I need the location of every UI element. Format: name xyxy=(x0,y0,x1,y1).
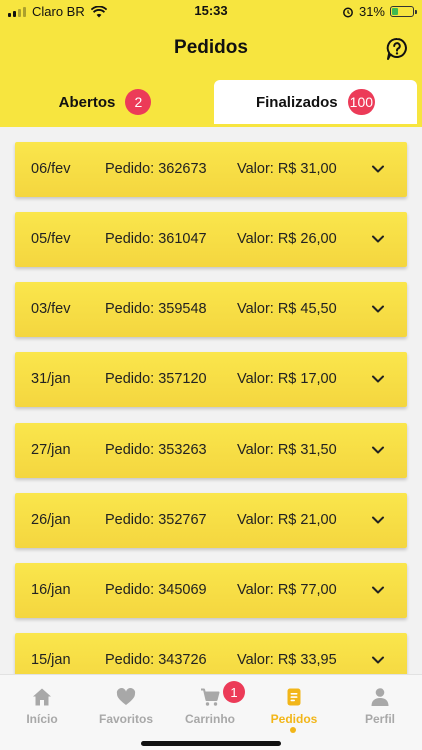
tab-finalizados[interactable]: Finalizados 100 xyxy=(214,80,417,124)
heart-icon xyxy=(116,687,136,705)
nav-label: Início xyxy=(26,712,58,726)
order-row[interactable]: 27/jan Pedido: 353263 Valor: R$ 31,50 xyxy=(15,423,407,478)
count-badge: 2 xyxy=(125,89,152,115)
help-icon[interactable] xyxy=(386,37,408,61)
order-date: 27/jan xyxy=(31,442,71,458)
nav-label: Pedidos xyxy=(270,712,318,726)
chevron-down-icon[interactable] xyxy=(371,372,385,386)
nav-pedidos[interactable]: Pedidos xyxy=(252,675,336,735)
status-bar: Claro BR 15:33 31% xyxy=(0,0,422,22)
nav-perfil[interactable]: Perfil xyxy=(338,675,422,735)
order-date: 06/fev xyxy=(31,161,71,177)
order-row[interactable]: 16/jan Pedido: 345069 Valor: R$ 77,00 xyxy=(15,563,407,618)
tab-finalizados-label: Finalizados xyxy=(255,93,338,111)
order-value: Valor: R$ 17,00 xyxy=(237,371,337,387)
nav-favoritos[interactable]: Favoritos xyxy=(84,675,168,735)
order-row[interactable]: 31/jan Pedido: 357120 Valor: R$ 17,00 xyxy=(15,352,407,407)
order-number: Pedido: 343726 xyxy=(105,652,207,668)
cart-badge: 1 xyxy=(223,681,245,703)
page-title: Pedidos xyxy=(174,37,248,58)
order-number: Pedido: 357120 xyxy=(105,371,207,387)
tab-abertos-label: Abertos xyxy=(58,93,116,111)
order-date: 05/fev xyxy=(31,231,71,247)
nav-inicio[interactable]: Início xyxy=(0,675,84,735)
order-row[interactable]: 26/jan Pedido: 352767 Valor: R$ 21,00 xyxy=(15,493,407,548)
battery-percent: 31% xyxy=(358,4,385,19)
chevron-down-icon[interactable] xyxy=(371,443,385,457)
home-indicator xyxy=(141,741,281,746)
order-date: 03/fev xyxy=(31,301,71,317)
chevron-down-icon[interactable] xyxy=(371,513,385,527)
chevron-down-icon[interactable] xyxy=(371,232,385,246)
order-row[interactable]: 05/fev Pedido: 361047 Valor: R$ 26,00 xyxy=(15,212,407,267)
nav-label: Carrinho xyxy=(184,712,235,726)
bottom-nav: Início Favoritos Carrinho 1 Pedidos Perf… xyxy=(0,674,422,750)
order-date: 31/jan xyxy=(31,371,71,387)
order-row[interactable]: 03/fev Pedido: 359548 Valor: R$ 45,50 xyxy=(15,282,407,337)
order-date: 16/jan xyxy=(31,582,71,598)
chevron-down-icon[interactable] xyxy=(371,583,385,597)
nav-label: Perfil xyxy=(364,712,395,726)
home-icon xyxy=(33,688,51,706)
order-number: Pedido: 361047 xyxy=(105,231,207,247)
person-icon xyxy=(371,688,389,706)
alarm-icon xyxy=(343,7,353,17)
tab-abertos[interactable]: Abertos 2 xyxy=(0,80,210,124)
chevron-down-icon[interactable] xyxy=(371,653,385,667)
order-value: Valor: R$ 77,00 xyxy=(237,582,337,598)
order-value: Valor: R$ 31,00 xyxy=(237,161,337,177)
order-number: Pedido: 353263 xyxy=(105,442,207,458)
order-value: Valor: R$ 26,00 xyxy=(237,231,337,247)
order-value: Valor: R$ 33,95 xyxy=(237,652,337,668)
order-number: Pedido: 359548 xyxy=(105,301,207,317)
order-number: Pedido: 362673 xyxy=(105,161,207,177)
count-badge: 100 xyxy=(347,89,376,115)
nav-label: Favoritos xyxy=(98,712,153,726)
order-number: Pedido: 352767 xyxy=(105,512,207,528)
order-value: Valor: R$ 21,00 xyxy=(237,512,337,528)
order-date: 26/jan xyxy=(31,512,71,528)
chevron-down-icon[interactable] xyxy=(371,162,385,176)
cart-icon xyxy=(201,688,220,706)
header: Claro BR 15:33 31% Pedidos Abertos 2 Fin… xyxy=(0,0,422,127)
order-row[interactable]: 06/fev Pedido: 362673 Valor: R$ 31,00 xyxy=(15,142,407,197)
battery-icon xyxy=(390,6,417,17)
chevron-down-icon[interactable] xyxy=(371,302,385,316)
receipt-icon xyxy=(287,688,301,706)
active-indicator xyxy=(290,727,296,733)
order-value: Valor: R$ 45,50 xyxy=(237,301,337,317)
order-date: 15/jan xyxy=(31,652,71,668)
order-value: Valor: R$ 31,50 xyxy=(237,442,337,458)
order-number: Pedido: 345069 xyxy=(105,582,207,598)
